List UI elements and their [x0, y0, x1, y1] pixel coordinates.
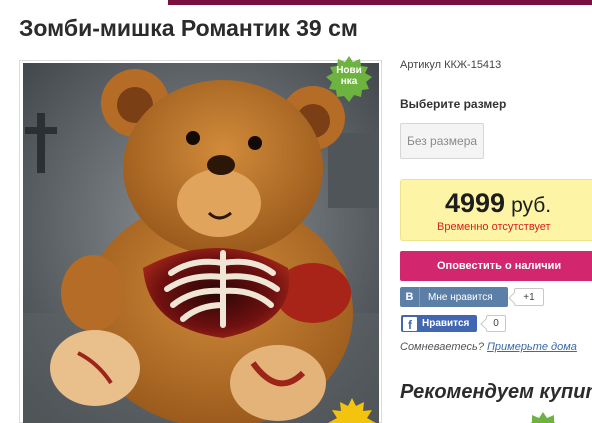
product-image[interactable] [23, 63, 379, 423]
facebook-like-button[interactable]: f Нравится [401, 315, 477, 332]
price-currency: руб. [511, 194, 552, 217]
vk-like-count: +1 [514, 288, 544, 306]
size-option-button[interactable]: Без размера [400, 123, 484, 159]
vk-icon: B [400, 287, 420, 307]
recommended-heading: Рекомендуем купить [400, 381, 592, 403]
zombie-teddy-bear-photo [23, 63, 379, 423]
facebook-like-label: Нравится [422, 318, 470, 329]
recommended-badge-icon [530, 412, 556, 423]
new-badge-text: Новинка [336, 65, 362, 87]
stock-status: Временно отсутствует [437, 221, 551, 233]
star-badge-icon [328, 398, 376, 423]
doubt-text: Сомневаетесь? [400, 341, 484, 353]
size-heading: Выберите размер [400, 97, 507, 111]
price-value: 4999 [445, 188, 506, 218]
new-badge-label: Новинка [325, 65, 373, 87]
notify-availability-button[interactable]: Оповестить о наличии [400, 251, 592, 281]
vk-like-label: Мне нравится [428, 291, 493, 303]
facebook-icon: f [403, 316, 417, 331]
price: 4999 руб. [445, 188, 551, 219]
vk-like-button[interactable]: B Мне нравится [400, 287, 508, 307]
product-sku: Артикул ККЖ-15413 [400, 59, 502, 71]
facebook-like-count: 0 [486, 315, 506, 332]
top-accent-bar [168, 0, 592, 5]
try-at-home-note: Сомневаетесь? Примерьте дома [400, 341, 577, 353]
page-title: Зомби-мишка Романтик 39 см [19, 15, 358, 41]
try-at-home-link[interactable]: Примерьте дома [487, 341, 577, 353]
